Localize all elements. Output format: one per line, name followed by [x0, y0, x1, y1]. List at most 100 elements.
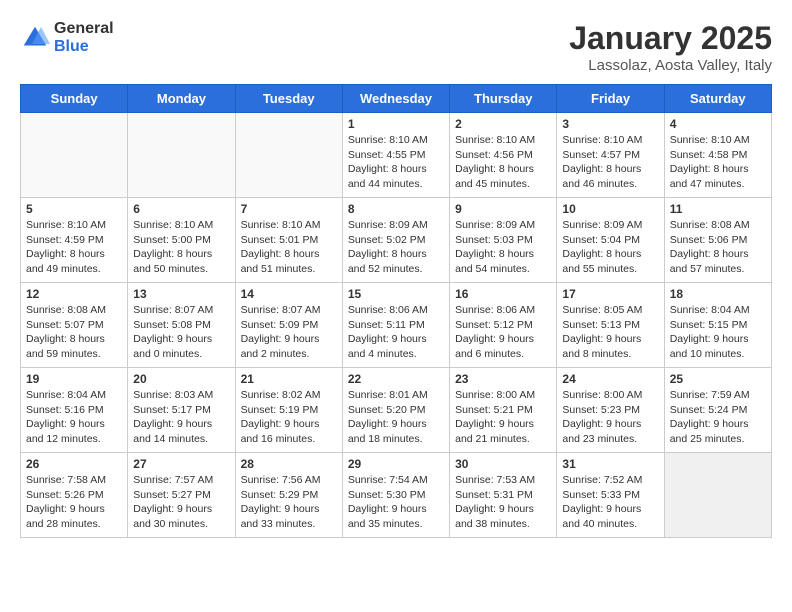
day-number: 27 [133, 457, 229, 471]
day-number: 3 [562, 117, 658, 131]
day-header-wednesday: Wednesday [342, 85, 449, 113]
week-row-3: 12 Sunrise: 8:08 AM Sunset: 5:07 PM Dayli… [21, 283, 772, 368]
cell-content: Sunrise: 8:07 AM Sunset: 5:08 PM Dayligh… [133, 303, 229, 362]
calendar-cell: 1Sunrise: 8:10 AM Sunset: 4:55 PM Daylig… [342, 113, 449, 198]
day-number: 20 [133, 372, 229, 386]
cell-content: Sunrise: 8:06 AM Sunset: 5:12 PM Dayligh… [455, 303, 551, 362]
cell-content: Sunrise: 7:53 AM Sunset: 5:31 PM Dayligh… [455, 473, 551, 532]
cell-content: Sunrise: 8:10 AM Sunset: 5:00 PM Dayligh… [133, 218, 229, 277]
calendar-cell: 11 Sunrise: 8:08 AM Sunset: 5:06 PM Dayli… [664, 198, 771, 283]
day-number: 30 [455, 457, 551, 471]
cell-content: Sunrise: 8:03 AM Sunset: 5:17 PM Dayligh… [133, 388, 229, 447]
day-number: 18 [670, 287, 766, 301]
calendar-cell: 24 Sunrise: 8:00 AM Sunset: 5:23 PM Dayli… [557, 368, 664, 453]
cell-content: Sunrise: 7:58 AM Sunset: 5:26 PM Dayligh… [26, 473, 122, 532]
calendar-cell: 30 Sunrise: 7:53 AM Sunset: 5:31 PM Dayli… [450, 453, 557, 538]
cell-content: Sunrise: 8:00 AM Sunset: 5:23 PM Dayligh… [562, 388, 658, 447]
cell-content: Sunrise: 8:10 AM Sunset: 5:01 PM Dayligh… [241, 218, 337, 277]
calendar-cell: 31Sunrise: 7:52 AM Sunset: 5:33 PM Dayli… [557, 453, 664, 538]
calendar-cell: 8 Sunrise: 8:09 AM Sunset: 5:02 PM Daylig… [342, 198, 449, 283]
day-number: 17 [562, 287, 658, 301]
day-number: 4 [670, 117, 766, 131]
day-number: 26 [26, 457, 122, 471]
cell-content: Sunrise: 8:06 AM Sunset: 5:11 PM Dayligh… [348, 303, 444, 362]
title-section: January 2025 Lassolaz, Aosta Valley, Ita… [569, 20, 772, 74]
cell-content: Sunrise: 8:05 AM Sunset: 5:13 PM Dayligh… [562, 303, 658, 362]
cell-content: Sunrise: 8:04 AM Sunset: 5:15 PM Dayligh… [670, 303, 766, 362]
day-header-monday: Monday [128, 85, 235, 113]
calendar-cell: 10 Sunrise: 8:09 AM Sunset: 5:04 PM Dayli… [557, 198, 664, 283]
day-number: 6 [133, 202, 229, 216]
cell-content: Sunrise: 8:02 AM Sunset: 5:19 PM Dayligh… [241, 388, 337, 447]
calendar-cell [21, 113, 128, 198]
calendar-cell: 26 Sunrise: 7:58 AM Sunset: 5:26 PM Dayli… [21, 453, 128, 538]
day-number: 2 [455, 117, 551, 131]
day-number: 14 [241, 287, 337, 301]
day-number: 23 [455, 372, 551, 386]
week-row-1: 1Sunrise: 8:10 AM Sunset: 4:55 PM Daylig… [21, 113, 772, 198]
cell-content: Sunrise: 8:10 AM Sunset: 4:58 PM Dayligh… [670, 133, 766, 192]
calendar-cell: 19Sunrise: 8:04 AM Sunset: 5:16 PM Dayli… [21, 368, 128, 453]
day-number: 10 [562, 202, 658, 216]
cell-content: Sunrise: 8:08 AM Sunset: 5:06 PM Dayligh… [670, 218, 766, 277]
day-number: 12 [26, 287, 122, 301]
calendar-subtitle: Lassolaz, Aosta Valley, Italy [569, 57, 772, 74]
day-number: 16 [455, 287, 551, 301]
day-number: 31 [562, 457, 658, 471]
cell-content: Sunrise: 8:07 AM Sunset: 5:09 PM Dayligh… [241, 303, 337, 362]
calendar-cell: 28 Sunrise: 7:56 AM Sunset: 5:29 PM Dayli… [235, 453, 342, 538]
calendar-cell: 15 Sunrise: 8:06 AM Sunset: 5:11 PM Dayli… [342, 283, 449, 368]
calendar-cell: 2Sunrise: 8:10 AM Sunset: 4:56 PM Daylig… [450, 113, 557, 198]
cell-content: Sunrise: 8:10 AM Sunset: 4:59 PM Dayligh… [26, 218, 122, 277]
logo: General Blue [20, 20, 114, 55]
calendar-cell [664, 453, 771, 538]
day-number: 21 [241, 372, 337, 386]
day-number: 7 [241, 202, 337, 216]
calendar-cell: 20 Sunrise: 8:03 AM Sunset: 5:17 PM Dayli… [128, 368, 235, 453]
day-header-saturday: Saturday [664, 85, 771, 113]
day-number: 8 [348, 202, 444, 216]
day-number: 28 [241, 457, 337, 471]
calendar-table: SundayMondayTuesdayWednesdayThursdayFrid… [20, 84, 772, 538]
cell-content: Sunrise: 8:10 AM Sunset: 4:57 PM Dayligh… [562, 133, 658, 192]
calendar-cell: 25Sunrise: 7:59 AM Sunset: 5:24 PM Dayli… [664, 368, 771, 453]
day-number: 1 [348, 117, 444, 131]
calendar-cell: 13 Sunrise: 8:07 AM Sunset: 5:08 PM Dayli… [128, 283, 235, 368]
calendar-cell: 16 Sunrise: 8:06 AM Sunset: 5:12 PM Dayli… [450, 283, 557, 368]
day-header-sunday: Sunday [21, 85, 128, 113]
day-number: 15 [348, 287, 444, 301]
calendar-cell: 27 Sunrise: 7:57 AM Sunset: 5:27 PM Dayli… [128, 453, 235, 538]
week-row-5: 26 Sunrise: 7:58 AM Sunset: 5:26 PM Dayli… [21, 453, 772, 538]
week-row-4: 19Sunrise: 8:04 AM Sunset: 5:16 PM Dayli… [21, 368, 772, 453]
day-number: 22 [348, 372, 444, 386]
cell-content: Sunrise: 8:08 AM Sunset: 5:07 PM Dayligh… [26, 303, 122, 362]
cell-content: Sunrise: 8:00 AM Sunset: 5:21 PM Dayligh… [455, 388, 551, 447]
day-header-thursday: Thursday [450, 85, 557, 113]
calendar-cell: 5Sunrise: 8:10 AM Sunset: 4:59 PM Daylig… [21, 198, 128, 283]
day-header-friday: Friday [557, 85, 664, 113]
calendar-cell: 14 Sunrise: 8:07 AM Sunset: 5:09 PM Dayli… [235, 283, 342, 368]
day-number: 11 [670, 202, 766, 216]
calendar-cell: 18 Sunrise: 8:04 AM Sunset: 5:15 PM Dayli… [664, 283, 771, 368]
calendar-cell: 7 Sunrise: 8:10 AM Sunset: 5:01 PM Daylig… [235, 198, 342, 283]
calendar-cell: 9Sunrise: 8:09 AM Sunset: 5:03 PM Daylig… [450, 198, 557, 283]
cell-content: Sunrise: 8:09 AM Sunset: 5:04 PM Dayligh… [562, 218, 658, 277]
logo-blue-text: Blue [54, 38, 114, 56]
cell-content: Sunrise: 7:56 AM Sunset: 5:29 PM Dayligh… [241, 473, 337, 532]
cell-content: Sunrise: 8:01 AM Sunset: 5:20 PM Dayligh… [348, 388, 444, 447]
day-number: 9 [455, 202, 551, 216]
day-number: 24 [562, 372, 658, 386]
header-row: SundayMondayTuesdayWednesdayThursdayFrid… [21, 85, 772, 113]
cell-content: Sunrise: 7:59 AM Sunset: 5:24 PM Dayligh… [670, 388, 766, 447]
cell-content: Sunrise: 7:57 AM Sunset: 5:27 PM Dayligh… [133, 473, 229, 532]
calendar-title: January 2025 [569, 20, 772, 57]
day-number: 29 [348, 457, 444, 471]
week-row-2: 5Sunrise: 8:10 AM Sunset: 4:59 PM Daylig… [21, 198, 772, 283]
day-header-tuesday: Tuesday [235, 85, 342, 113]
cell-content: Sunrise: 8:09 AM Sunset: 5:02 PM Dayligh… [348, 218, 444, 277]
day-number: 13 [133, 287, 229, 301]
calendar-cell: 12 Sunrise: 8:08 AM Sunset: 5:07 PM Dayli… [21, 283, 128, 368]
calendar-cell: 22 Sunrise: 8:01 AM Sunset: 5:20 PM Dayli… [342, 368, 449, 453]
calendar-cell: 23 Sunrise: 8:00 AM Sunset: 5:21 PM Dayli… [450, 368, 557, 453]
calendar-cell [235, 113, 342, 198]
